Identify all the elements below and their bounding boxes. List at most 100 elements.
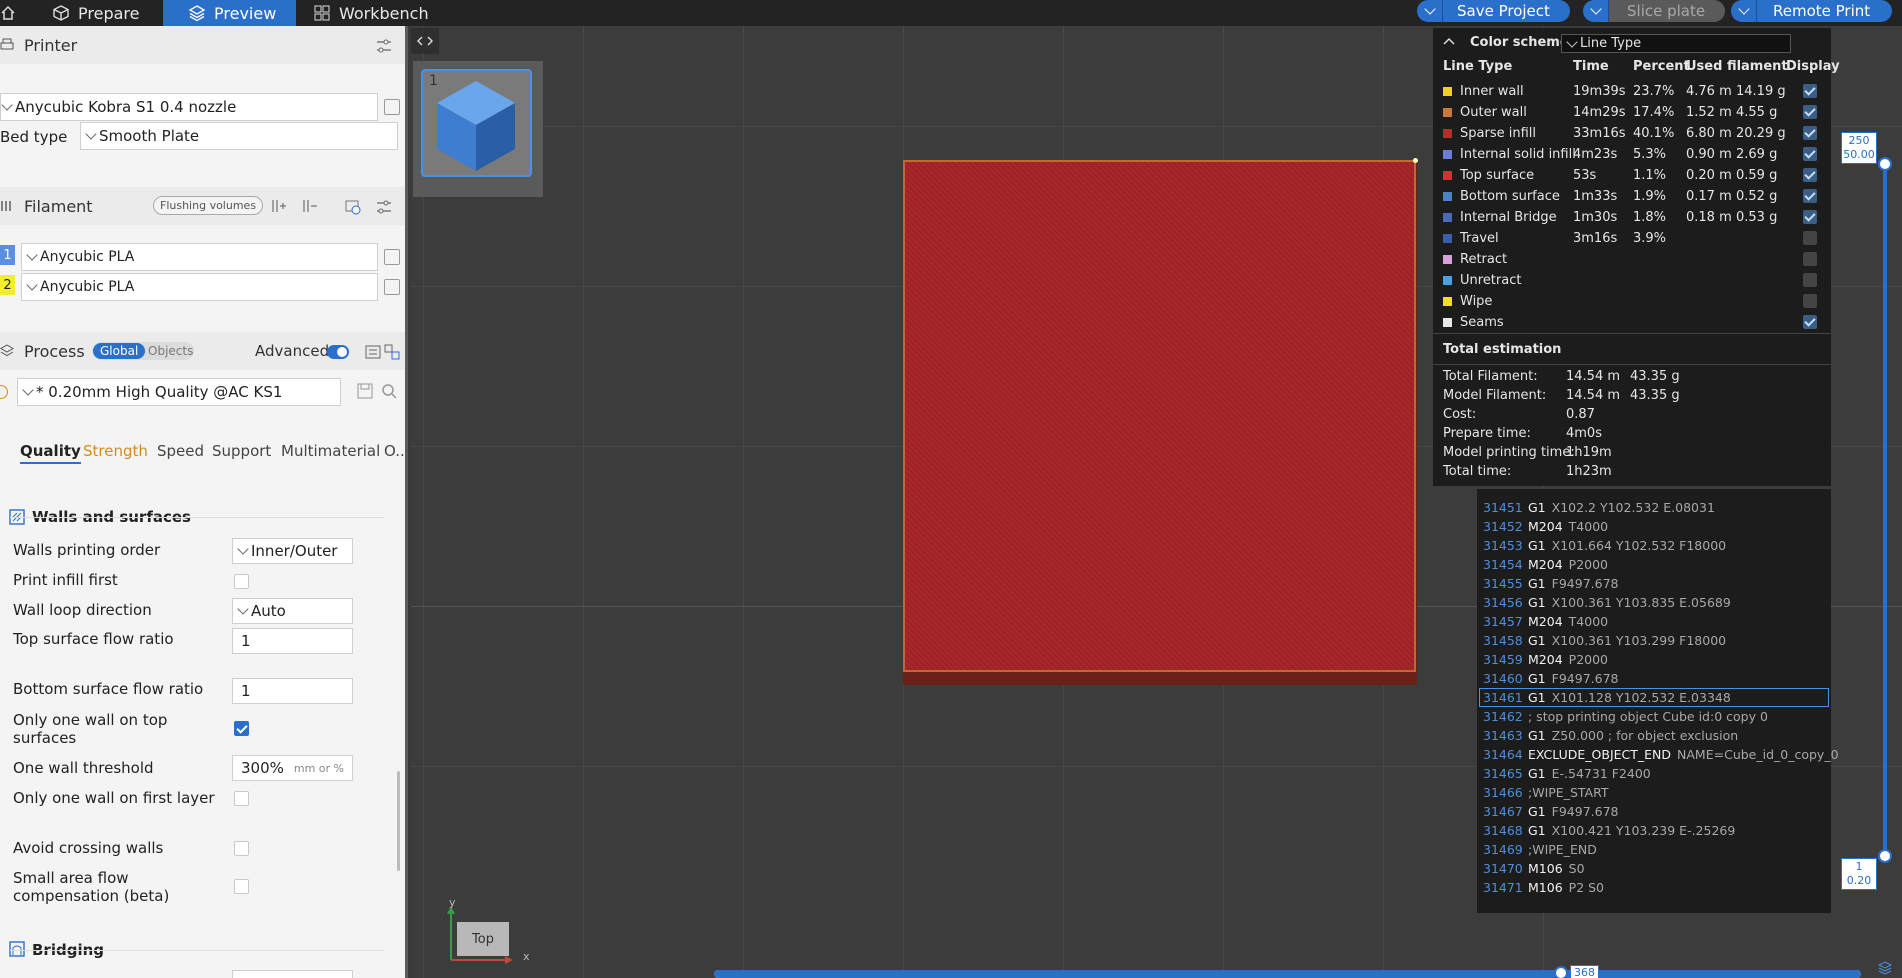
display-toggle-checkbox[interactable] <box>1803 126 1817 140</box>
gcode-line[interactable]: 31461 G1 X101.128 Y102.532 E.03348 <box>1479 688 1829 707</box>
gcode-line[interactable]: 31468 G1 X100.421 Y103.239 E-.25269 <box>1483 821 1735 840</box>
gcode-line[interactable]: 31467 G1 F9497.678 <box>1483 802 1618 821</box>
edit-icon[interactable] <box>384 279 400 295</box>
printer-select[interactable]: Anycubic Kobra S1 0.4 nozzle <box>0 93 378 121</box>
printer-name: Anycubic Kobra S1 0.4 nozzle <box>15 98 237 116</box>
save-preset-icon[interactable] <box>384 344 400 360</box>
compare-icon[interactable] <box>365 344 381 360</box>
gcode-line[interactable]: 31455 G1 F9497.678 <box>1483 574 1618 593</box>
display-toggle-checkbox[interactable] <box>1803 168 1817 182</box>
line-type-time: 1m33s <box>1573 188 1618 204</box>
sync-filament-icon[interactable] <box>344 198 362 216</box>
process-preset-select[interactable]: * 0.20mm High Quality @AC KS1 <box>17 378 341 406</box>
tab-strength[interactable]: Strength <box>83 442 148 460</box>
display-toggle-checkbox[interactable] <box>1803 210 1817 224</box>
legend-divider <box>1433 364 1831 365</box>
gcode-line[interactable]: 31454 M204 P2000 <box>1483 555 1608 574</box>
display-toggle-checkbox[interactable] <box>1803 252 1817 266</box>
chevron-down-icon[interactable] <box>1731 0 1757 22</box>
gcode-line[interactable]: 31465 G1 E-.54731 F2400 <box>1483 764 1651 783</box>
gcode-line[interactable]: 31464 EXCLUDE_OBJECT_END NAME=Cube_id_0_co… <box>1483 745 1839 764</box>
slice-plate-button[interactable]: Slice plate <box>1583 0 1726 22</box>
sliced-cube-model[interactable] <box>903 160 1416 672</box>
global-toggle-option[interactable]: Global <box>93 343 146 359</box>
gcode-line[interactable]: 31458 G1 X100.361 Y103.299 F18000 <box>1483 631 1726 650</box>
layers-stack-icon[interactable] <box>1877 960 1893 976</box>
one-wall-threshold-input[interactable]: 300% mm or % <box>232 755 353 781</box>
settings-sliders-icon[interactable] <box>376 199 392 215</box>
print-infill-first-checkbox[interactable] <box>234 574 249 589</box>
bottom-surface-flow-ratio-input[interactable]: 1 <box>232 678 353 704</box>
plate-thumbnail[interactable]: 1 <box>421 69 532 177</box>
legend-row: Top surface 53s 1.1% 0.20 m 0.59 g <box>1443 165 1833 185</box>
chevron-down-icon[interactable] <box>1583 0 1609 22</box>
display-toggle-checkbox[interactable] <box>1803 147 1817 161</box>
settings-sliders-icon[interactable] <box>376 38 392 54</box>
avoid-crossing-walls-checkbox[interactable] <box>234 841 249 856</box>
tab-quality[interactable]: Quality <box>20 442 81 464</box>
gcode-line[interactable]: 31469 ;WIPE_END <box>1483 840 1597 859</box>
only-one-wall-top-checkbox[interactable] <box>234 721 249 736</box>
remove-filament-icon[interactable] <box>302 198 318 214</box>
tab-support[interactable]: Support <box>212 442 271 460</box>
gcode-line[interactable]: 31452 M204 T4000 <box>1483 517 1608 536</box>
filament-select[interactable]: Anycubic PLA <box>21 243 378 271</box>
tab-multimaterial[interactable]: Multimaterial <box>281 442 380 460</box>
remote-print-button[interactable]: Remote Print <box>1731 0 1893 22</box>
sidebar-scrollbar[interactable] <box>397 771 400 871</box>
header-display: Display <box>1786 59 1840 74</box>
tab-prepare[interactable]: Prepare <box>50 0 170 26</box>
filament-select[interactable]: Anycubic PLA <box>21 273 378 301</box>
gcode-line[interactable]: 31466 ;WIPE_START <box>1483 783 1609 802</box>
gcode-line[interactable]: 31460 G1 F9497.678 <box>1483 669 1618 688</box>
display-toggle-checkbox[interactable] <box>1803 84 1817 98</box>
layer-slider-top-handle[interactable] <box>1878 157 1892 171</box>
edit-icon[interactable] <box>384 249 400 265</box>
edit-icon[interactable] <box>384 99 400 115</box>
display-toggle-checkbox[interactable] <box>1803 315 1817 329</box>
display-toggle-checkbox[interactable] <box>1803 231 1817 245</box>
tab-workbench[interactable]: Workbench <box>313 0 443 26</box>
walls-printing-order-select[interactable]: Inner/Outer <box>232 538 353 564</box>
display-toggle-checkbox[interactable] <box>1803 294 1817 308</box>
gcode-line[interactable]: 31463 G1 Z50.000 ; for object exclusion <box>1483 726 1738 745</box>
move-slider-handle[interactable] <box>1554 966 1568 978</box>
top-surface-flow-ratio-input[interactable]: 1 <box>232 628 353 654</box>
layer-slider-bottom-handle[interactable] <box>1878 849 1892 863</box>
only-one-wall-first-checkbox[interactable] <box>234 791 249 806</box>
home-button[interactable] <box>0 0 20 26</box>
save-project-button[interactable]: Save Project <box>1417 0 1570 22</box>
collapse-sidebar-button[interactable] <box>411 28 439 54</box>
gcode-line[interactable]: 31451 G1 X102.2 Y102.532 E.08031 <box>1483 498 1715 517</box>
bed-type-select[interactable]: Smooth Plate <box>80 122 398 150</box>
wall-loop-direction-select[interactable]: Auto <box>232 598 353 624</box>
gcode-line[interactable]: 31470 M106 S0 <box>1483 859 1585 878</box>
tab-speed[interactable]: Speed <box>157 442 204 460</box>
display-toggle-checkbox[interactable] <box>1803 105 1817 119</box>
save-icon[interactable] <box>357 383 373 399</box>
gcode-line[interactable]: 31457 M204 T4000 <box>1483 612 1608 631</box>
gcode-line[interactable]: 31471 M106 P2 S0 <box>1483 878 1604 897</box>
small-area-flow-checkbox[interactable] <box>234 879 249 894</box>
view-cube-top-face[interactable]: Top <box>457 922 509 956</box>
gcode-line[interactable]: 31459 M204 P2000 <box>1483 650 1608 669</box>
chevron-down-icon[interactable] <box>1417 0 1443 22</box>
flushing-volumes-button[interactable]: Flushing volumes <box>153 196 264 215</box>
gcode-line[interactable]: 31453 G1 X101.664 Y102.532 F18000 <box>1483 536 1726 555</box>
display-toggle-checkbox[interactable] <box>1803 189 1817 203</box>
bed-type-label: Bed type <box>0 128 68 146</box>
gcode-line[interactable]: 31456 G1 X100.361 Y103.835 E.05689 <box>1483 593 1731 612</box>
search-icon[interactable] <box>381 383 397 399</box>
tab-preview[interactable]: Preview <box>163 0 296 26</box>
view-orientation-cube[interactable]: Top y x <box>443 888 535 968</box>
bridging-field[interactable] <box>232 970 353 978</box>
advanced-toggle[interactable] <box>327 345 349 359</box>
tab-others[interactable]: O... <box>384 442 405 460</box>
collapse-chevron-icon[interactable] <box>1443 36 1455 46</box>
gcode-line[interactable]: 31462 ; stop printing object Cube id:0 co… <box>1483 707 1768 726</box>
add-filament-icon[interactable] <box>271 198 287 214</box>
color-scheme-select[interactable]: Line Type <box>1561 34 1791 53</box>
layer-slider-track[interactable] <box>1883 162 1887 856</box>
objects-toggle-option[interactable]: Objects <box>148 343 193 359</box>
display-toggle-checkbox[interactable] <box>1803 273 1817 287</box>
